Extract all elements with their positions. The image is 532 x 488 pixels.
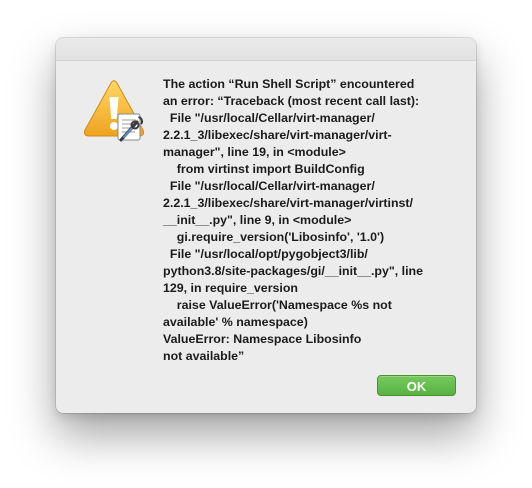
title-bar[interactable]	[56, 38, 476, 61]
error-message: The action “Run Shell Script” encountere…	[163, 77, 423, 363]
alert-dialog: The action “Run Shell Script” encountere…	[56, 38, 476, 413]
ok-button[interactable]: OK	[377, 375, 456, 396]
warning-icon	[83, 80, 145, 142]
script-editor-icon	[117, 113, 144, 142]
